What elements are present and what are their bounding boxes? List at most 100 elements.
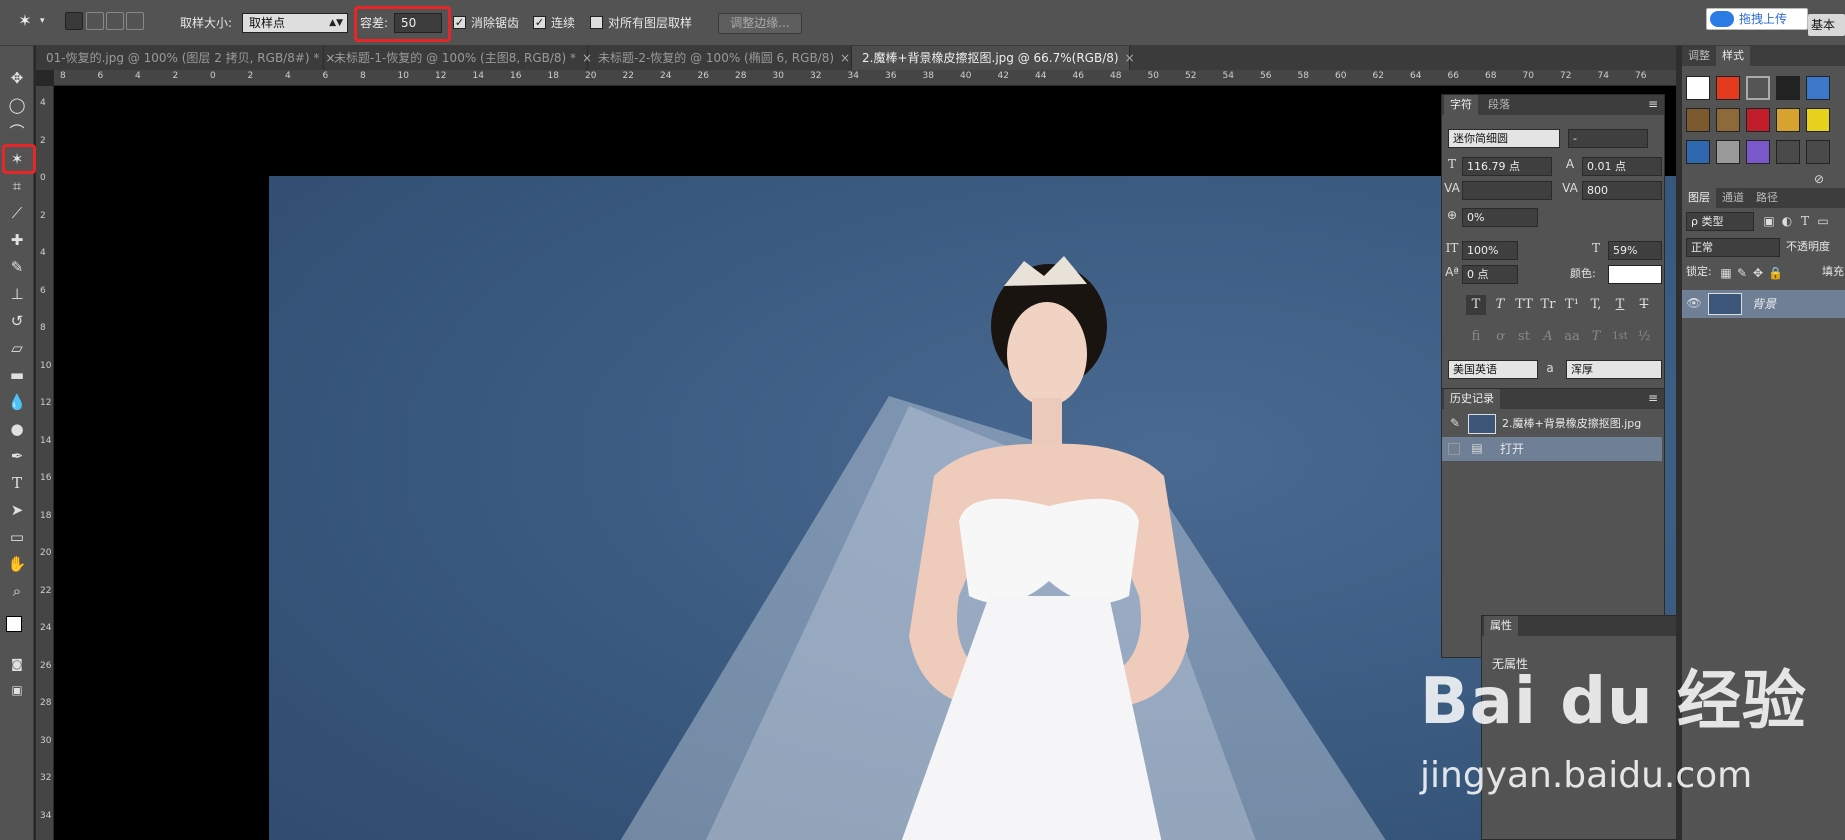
- scale-ratio-input[interactable]: 0%: [1462, 208, 1538, 227]
- adjust-filter-icon[interactable]: ◐: [1780, 214, 1794, 228]
- doc-tab[interactable]: 未标题-1-恢复的 @ 100% (主图8, RGB/8) * ×: [324, 46, 592, 70]
- style-swatch[interactable]: [1776, 108, 1800, 132]
- style-swatch[interactable]: [1746, 108, 1770, 132]
- image-filter-icon[interactable]: ▣: [1762, 214, 1776, 228]
- style-swatch-none[interactable]: [1686, 76, 1710, 100]
- dodge-tool-icon[interactable]: ●: [4, 417, 30, 441]
- workspace-button[interactable]: 基本功: [1808, 14, 1845, 36]
- panel-menu-icon[interactable]: ≡: [1646, 97, 1660, 111]
- horizontal-scale-input[interactable]: 59%: [1608, 241, 1662, 260]
- fraction-button[interactable]: ½: [1634, 327, 1654, 347]
- style-swatch[interactable]: [1776, 140, 1800, 164]
- tab-paragraph[interactable]: 段落: [1482, 95, 1516, 115]
- no-style-icon[interactable]: ⊘: [1812, 172, 1826, 186]
- history-brush-icon[interactable]: ↺: [4, 309, 30, 333]
- style-swatch[interactable]: [1746, 76, 1770, 100]
- blur-tool-icon[interactable]: 💧: [4, 390, 30, 414]
- hand-tool-icon[interactable]: ✋: [4, 552, 30, 576]
- eraser-tool-icon[interactable]: ▱: [4, 336, 30, 360]
- sample-size-select[interactable]: 取样点 ▲▼: [242, 13, 348, 33]
- style-swatch[interactable]: [1806, 140, 1830, 164]
- blend-mode-select[interactable]: 正常: [1686, 238, 1780, 257]
- titling-alternate-button[interactable]: aa: [1562, 327, 1582, 347]
- language-select[interactable]: 美国英语: [1448, 360, 1538, 379]
- discretionary-ligature-button[interactable]: ơ: [1490, 327, 1510, 347]
- antialias-method-select[interactable]: 浑厚: [1566, 360, 1662, 379]
- subtract-selection-icon[interactable]: [106, 12, 124, 30]
- lock-all-icon[interactable]: 🔒: [1768, 266, 1783, 280]
- history-snapshot[interactable]: ✎ 2.魔棒+背景橡皮擦抠图.jpg: [1442, 411, 1662, 437]
- add-to-selection-icon[interactable]: [86, 12, 104, 30]
- all-layers-checkbox[interactable]: [590, 16, 603, 29]
- refine-edge-button[interactable]: 调整边缘...: [718, 13, 802, 34]
- tab-channels[interactable]: 通道: [1716, 188, 1750, 208]
- panel-menu-icon[interactable]: ≡: [1646, 391, 1660, 405]
- font-size-input[interactable]: 116.79 点: [1462, 157, 1552, 176]
- tracking-input[interactable]: 800: [1582, 181, 1662, 200]
- small-caps-button[interactable]: Tr: [1538, 295, 1558, 315]
- doc-tab-active[interactable]: 2.魔棒+背景橡皮擦抠图.jpg @ 66.7%(RGB/8) ×: [852, 46, 1135, 70]
- shape-filter-icon[interactable]: ▭: [1816, 214, 1830, 228]
- style-swatch[interactable]: [1716, 140, 1740, 164]
- tab-styles[interactable]: 样式: [1716, 46, 1750, 66]
- layer-filter-select[interactable]: ρ 类型: [1686, 212, 1754, 231]
- baseline-input[interactable]: 0 点: [1462, 265, 1518, 284]
- kerning-input[interactable]: [1462, 181, 1552, 200]
- contiguous-checkbox[interactable]: ✓: [533, 16, 546, 29]
- history-item[interactable]: ▤ 打开: [1442, 437, 1662, 461]
- healing-tool-icon[interactable]: ✚: [4, 228, 30, 252]
- new-selection-icon[interactable]: [65, 12, 83, 30]
- stylistic-alternate-button[interactable]: st: [1514, 327, 1534, 347]
- leading-input[interactable]: 0.01 点: [1582, 157, 1662, 176]
- move-tool-icon[interactable]: ✥: [4, 66, 30, 90]
- doc-tab[interactable]: 01-恢复的.jpg @ 100% (图层 2 拷贝, RGB/8#) * ×: [36, 46, 335, 70]
- brush-tool-icon[interactable]: ✎: [4, 255, 30, 279]
- ordinal-button[interactable]: 1st: [1610, 327, 1630, 347]
- faux-italic-button[interactable]: T: [1490, 295, 1510, 315]
- pen-tool-icon[interactable]: ✒: [4, 444, 30, 468]
- shape-tool-icon[interactable]: ▭: [4, 525, 30, 549]
- antialias-checkbox[interactable]: ✓: [453, 16, 466, 29]
- subscript-button[interactable]: T,: [1586, 295, 1606, 315]
- style-swatch[interactable]: [1806, 76, 1830, 100]
- close-icon[interactable]: ×: [840, 51, 850, 65]
- zoom-tool-icon[interactable]: ⌕: [4, 579, 30, 603]
- style-swatch[interactable]: [1806, 108, 1830, 132]
- type-filter-icon[interactable]: T: [1798, 214, 1812, 228]
- style-swatch[interactable]: [1776, 76, 1800, 100]
- quick-mask-icon[interactable]: ◙: [4, 652, 30, 676]
- ligature-button[interactable]: fi: [1466, 327, 1486, 347]
- preset-dropdown-arrow-icon[interactable]: ▾: [40, 11, 45, 31]
- style-swatch[interactable]: [1716, 76, 1740, 100]
- strikethrough-button[interactable]: T: [1634, 295, 1654, 315]
- lock-position-icon[interactable]: ✥: [1752, 266, 1764, 280]
- swash-button[interactable]: A: [1538, 327, 1558, 347]
- stamp-tool-icon[interactable]: ⊥: [4, 282, 30, 306]
- layer-row[interactable]: 👁 背景: [1682, 290, 1845, 318]
- tab-history[interactable]: 历史记录: [1444, 389, 1500, 409]
- upload-button[interactable]: 拖拽上传: [1706, 8, 1808, 30]
- marquee-tool-icon[interactable]: ◯: [4, 93, 30, 117]
- font-family-select[interactable]: 迷你简细圆: [1448, 129, 1560, 148]
- lock-pixels-icon[interactable]: ✎: [1736, 266, 1748, 280]
- superscript-button[interactable]: T¹: [1562, 295, 1582, 315]
- style-swatch[interactable]: [1686, 108, 1710, 132]
- tab-character[interactable]: 字符: [1444, 95, 1478, 115]
- style-swatch[interactable]: [1746, 140, 1770, 164]
- eye-icon[interactable]: 👁: [1686, 296, 1702, 310]
- style-swatch[interactable]: [1686, 140, 1710, 164]
- path-select-icon[interactable]: ➤: [4, 498, 30, 522]
- close-icon[interactable]: ×: [1125, 51, 1135, 65]
- crop-tool-icon[interactable]: ⌗: [4, 174, 30, 198]
- gradient-tool-icon[interactable]: ▬: [4, 363, 30, 387]
- magic-wand-preset-icon[interactable]: ✶: [12, 10, 38, 32]
- tab-adjustments[interactable]: 调整: [1682, 46, 1716, 66]
- all-caps-button[interactable]: TT: [1514, 295, 1534, 315]
- doc-tab[interactable]: 未标题-2-恢复的 @ 100% (椭圆 6, RGB/8) ×: [588, 46, 852, 70]
- lock-transparent-icon[interactable]: ▦: [1720, 266, 1732, 280]
- foreground-color-swatch[interactable]: [6, 616, 22, 632]
- tab-layers[interactable]: 图层: [1682, 188, 1716, 208]
- eyedropper-tool-icon[interactable]: ⟋: [4, 201, 30, 225]
- text-color-swatch[interactable]: [1608, 265, 1662, 284]
- font-style-select[interactable]: -: [1568, 129, 1648, 148]
